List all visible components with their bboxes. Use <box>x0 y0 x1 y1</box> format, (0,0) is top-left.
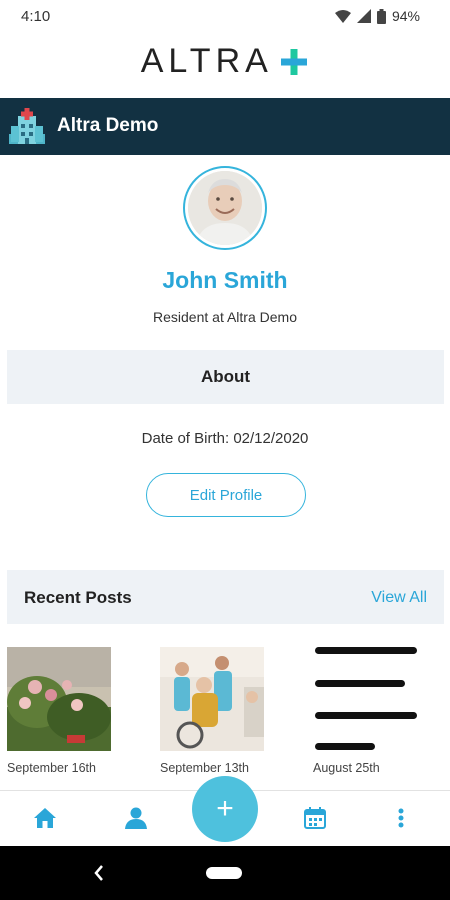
about-heading: About <box>200 367 251 386</box>
text-post-icon <box>313 647 417 751</box>
title-bar-title: Altra Demo <box>57 115 159 136</box>
avatar-photo <box>188 171 262 245</box>
avatar-portrait <box>188 171 262 245</box>
add-icon: + <box>216 792 234 825</box>
back-icon[interactable] <box>92 863 106 883</box>
view-all-link[interactable]: View All <box>371 589 427 607</box>
about-section-header: About <box>7 350 444 404</box>
post-date: September 16th <box>7 761 96 775</box>
logo-text: ALTRA <box>140 42 273 80</box>
logo-plus-icon <box>281 48 308 75</box>
recent-posts-header: Recent Posts View All <box>7 570 444 624</box>
app-logo: ALTRA <box>0 42 450 90</box>
post-image-flowers <box>7 647 111 751</box>
recent-posts-heading: Recent Posts <box>24 588 132 607</box>
edit-profile-button[interactable]: Edit Profile <box>146 473 306 517</box>
calendar-icon[interactable] <box>304 807 326 829</box>
title-bar: Altra Demo <box>0 98 450 155</box>
home-icon[interactable] <box>33 807 57 829</box>
status-icons: 94% <box>334 8 420 24</box>
post-date: September 13th <box>160 761 249 775</box>
status-time: 4:10 <box>21 8 51 25</box>
profile-subtitle: Resident at Altra Demo <box>153 309 297 325</box>
android-nav-bar <box>0 846 450 900</box>
post-card[interactable]: August 25th <box>313 647 417 775</box>
avatar[interactable] <box>183 166 267 250</box>
date-of-birth: Date of Birth: 02/12/2020 <box>141 430 309 447</box>
post-image-care <box>160 647 264 751</box>
profile-icon[interactable] <box>124 807 148 829</box>
hospital-icon <box>9 108 45 144</box>
profile-name: John Smith <box>162 267 288 293</box>
post-card[interactable]: September 13th <box>160 647 264 775</box>
battery-percent: 94% <box>391 8 420 24</box>
battery-icon <box>376 8 386 24</box>
signal-icon <box>356 9 371 23</box>
post-card[interactable]: September 16th <box>7 647 111 775</box>
add-post-button[interactable]: + <box>192 776 258 842</box>
status-bar: 4:10 94% <box>0 0 450 34</box>
more-icon[interactable] <box>397 807 405 829</box>
post-date: August 25th <box>313 761 380 775</box>
wifi-icon <box>334 10 351 23</box>
home-pill[interactable] <box>206 867 242 879</box>
